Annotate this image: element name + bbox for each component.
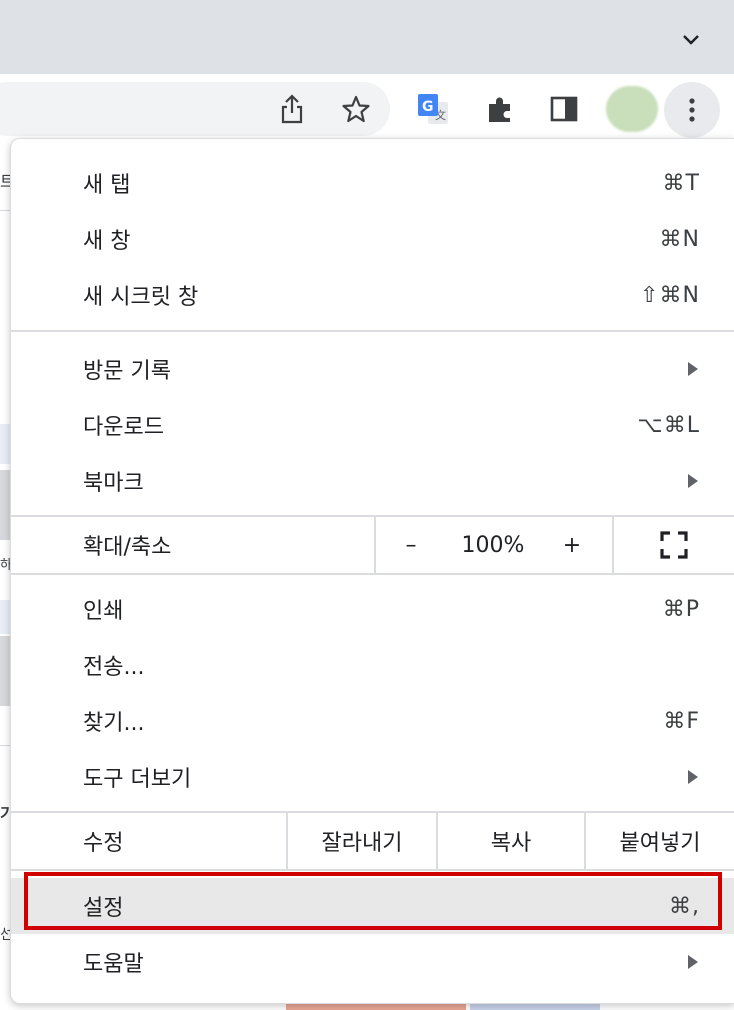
zoom-out-button[interactable]: –	[386, 517, 436, 573]
kebab-menu-icon	[689, 98, 695, 122]
chrome-menu-button[interactable]	[664, 82, 720, 138]
submenu-arrow-icon	[688, 362, 698, 376]
tab-search-button[interactable]	[676, 26, 706, 54]
zoom-label: 확대/축소	[83, 535, 172, 560]
background-glyph: 하	[0, 558, 10, 573]
menu-item-label: 도움말	[83, 952, 144, 977]
menu-item-label: 북마크	[83, 471, 144, 496]
zoom-out-label: –	[405, 532, 417, 558]
menu-item-shortcut: ⌘N	[659, 226, 700, 252]
menu-item-shortcut: ⌘T	[662, 170, 700, 196]
paste-label: 붙여넣기	[619, 831, 701, 856]
background-glyph: 기	[0, 804, 10, 823]
menu-item-downloads[interactable]: 다운로드 ⌥⌘L	[11, 397, 734, 453]
menu-separator	[11, 573, 734, 575]
menu-separator	[11, 330, 734, 332]
copy-button[interactable]: 복사	[438, 813, 584, 869]
menu-item-print[interactable]: 인쇄 ⌘P	[11, 581, 734, 637]
star-icon	[342, 95, 370, 123]
paste-button[interactable]: 붙여넣기	[586, 813, 734, 869]
menu-item-new-tab[interactable]: 새 탭 ⌘T	[11, 155, 734, 211]
tab-strip	[0, 0, 734, 74]
menu-item-new-window[interactable]: 새 창 ⌘N	[11, 211, 734, 267]
fullscreen-icon	[660, 531, 688, 559]
menu-item-shortcut: ⌥⌘L	[637, 412, 700, 438]
side-panel-icon	[550, 96, 578, 122]
puzzle-icon	[489, 97, 510, 122]
menu-item-label: 방문 기록	[83, 359, 171, 384]
side-panel-button[interactable]	[547, 92, 581, 126]
menu-item-label: 새 탭	[83, 173, 131, 198]
menu-item-shortcut: ⇧⌘N	[640, 282, 700, 308]
background-glyph: 선	[0, 927, 10, 943]
google-translate-icon: 文 G	[418, 94, 448, 124]
menu-item-help[interactable]: 도움말	[11, 934, 734, 990]
menu-item-new-incognito-window[interactable]: 새 시크릿 창 ⇧⌘N	[11, 267, 734, 323]
bookmark-button[interactable]	[339, 92, 373, 126]
address-bar[interactable]	[0, 82, 390, 136]
chevron-down-icon	[683, 35, 699, 45]
menu-item-shortcut: ⌘F	[663, 708, 700, 734]
submenu-arrow-icon	[688, 474, 698, 488]
menu-item-more-tools[interactable]: 도구 더보기	[11, 749, 734, 805]
zoom-level: 100%	[443, 517, 543, 573]
submenu-arrow-icon	[688, 955, 698, 969]
menu-item-find[interactable]: 찾기... ⌘F	[11, 693, 734, 749]
translate-button[interactable]: 文 G	[416, 92, 450, 126]
submenu-arrow-icon	[688, 770, 698, 784]
cut-button[interactable]: 잘라내기	[288, 813, 436, 869]
menu-item-bookmarks[interactable]: 북마크	[11, 453, 734, 509]
zoom-in-button[interactable]: +	[547, 517, 597, 573]
menu-item-history[interactable]: 방문 기록	[11, 341, 734, 397]
zoom-level-value: 100%	[461, 532, 525, 558]
menu-item-label: 새 창	[83, 229, 131, 254]
edit-label: 수정	[83, 831, 124, 856]
menu-item-label: 찾기...	[83, 711, 145, 736]
menu-item-shortcut: ⌘P	[662, 596, 700, 622]
svg-text:G: G	[422, 99, 434, 115]
profile-avatar[interactable]	[606, 86, 658, 132]
menu-item-label: 도구 더보기	[83, 767, 192, 792]
menu-item-label: 인쇄	[83, 599, 124, 624]
share-button[interactable]	[275, 92, 309, 126]
highlight-annotation-box	[24, 872, 722, 930]
menu-item-cast[interactable]: 전송...	[11, 637, 734, 693]
background-glyph: 트	[0, 172, 10, 191]
share-icon	[281, 94, 303, 124]
copy-label: 복사	[490, 831, 532, 856]
extensions-button[interactable]	[484, 92, 518, 126]
fullscreen-button[interactable]	[614, 517, 734, 573]
zoom-divider	[374, 517, 376, 573]
menu-item-label: 다운로드	[83, 415, 164, 440]
menu-item-label: 전송...	[83, 655, 145, 680]
zoom-in-label: +	[562, 532, 582, 558]
menu-separator	[11, 869, 734, 871]
cut-label: 잘라내기	[321, 831, 403, 856]
menu-item-label: 새 시크릿 창	[83, 285, 199, 310]
